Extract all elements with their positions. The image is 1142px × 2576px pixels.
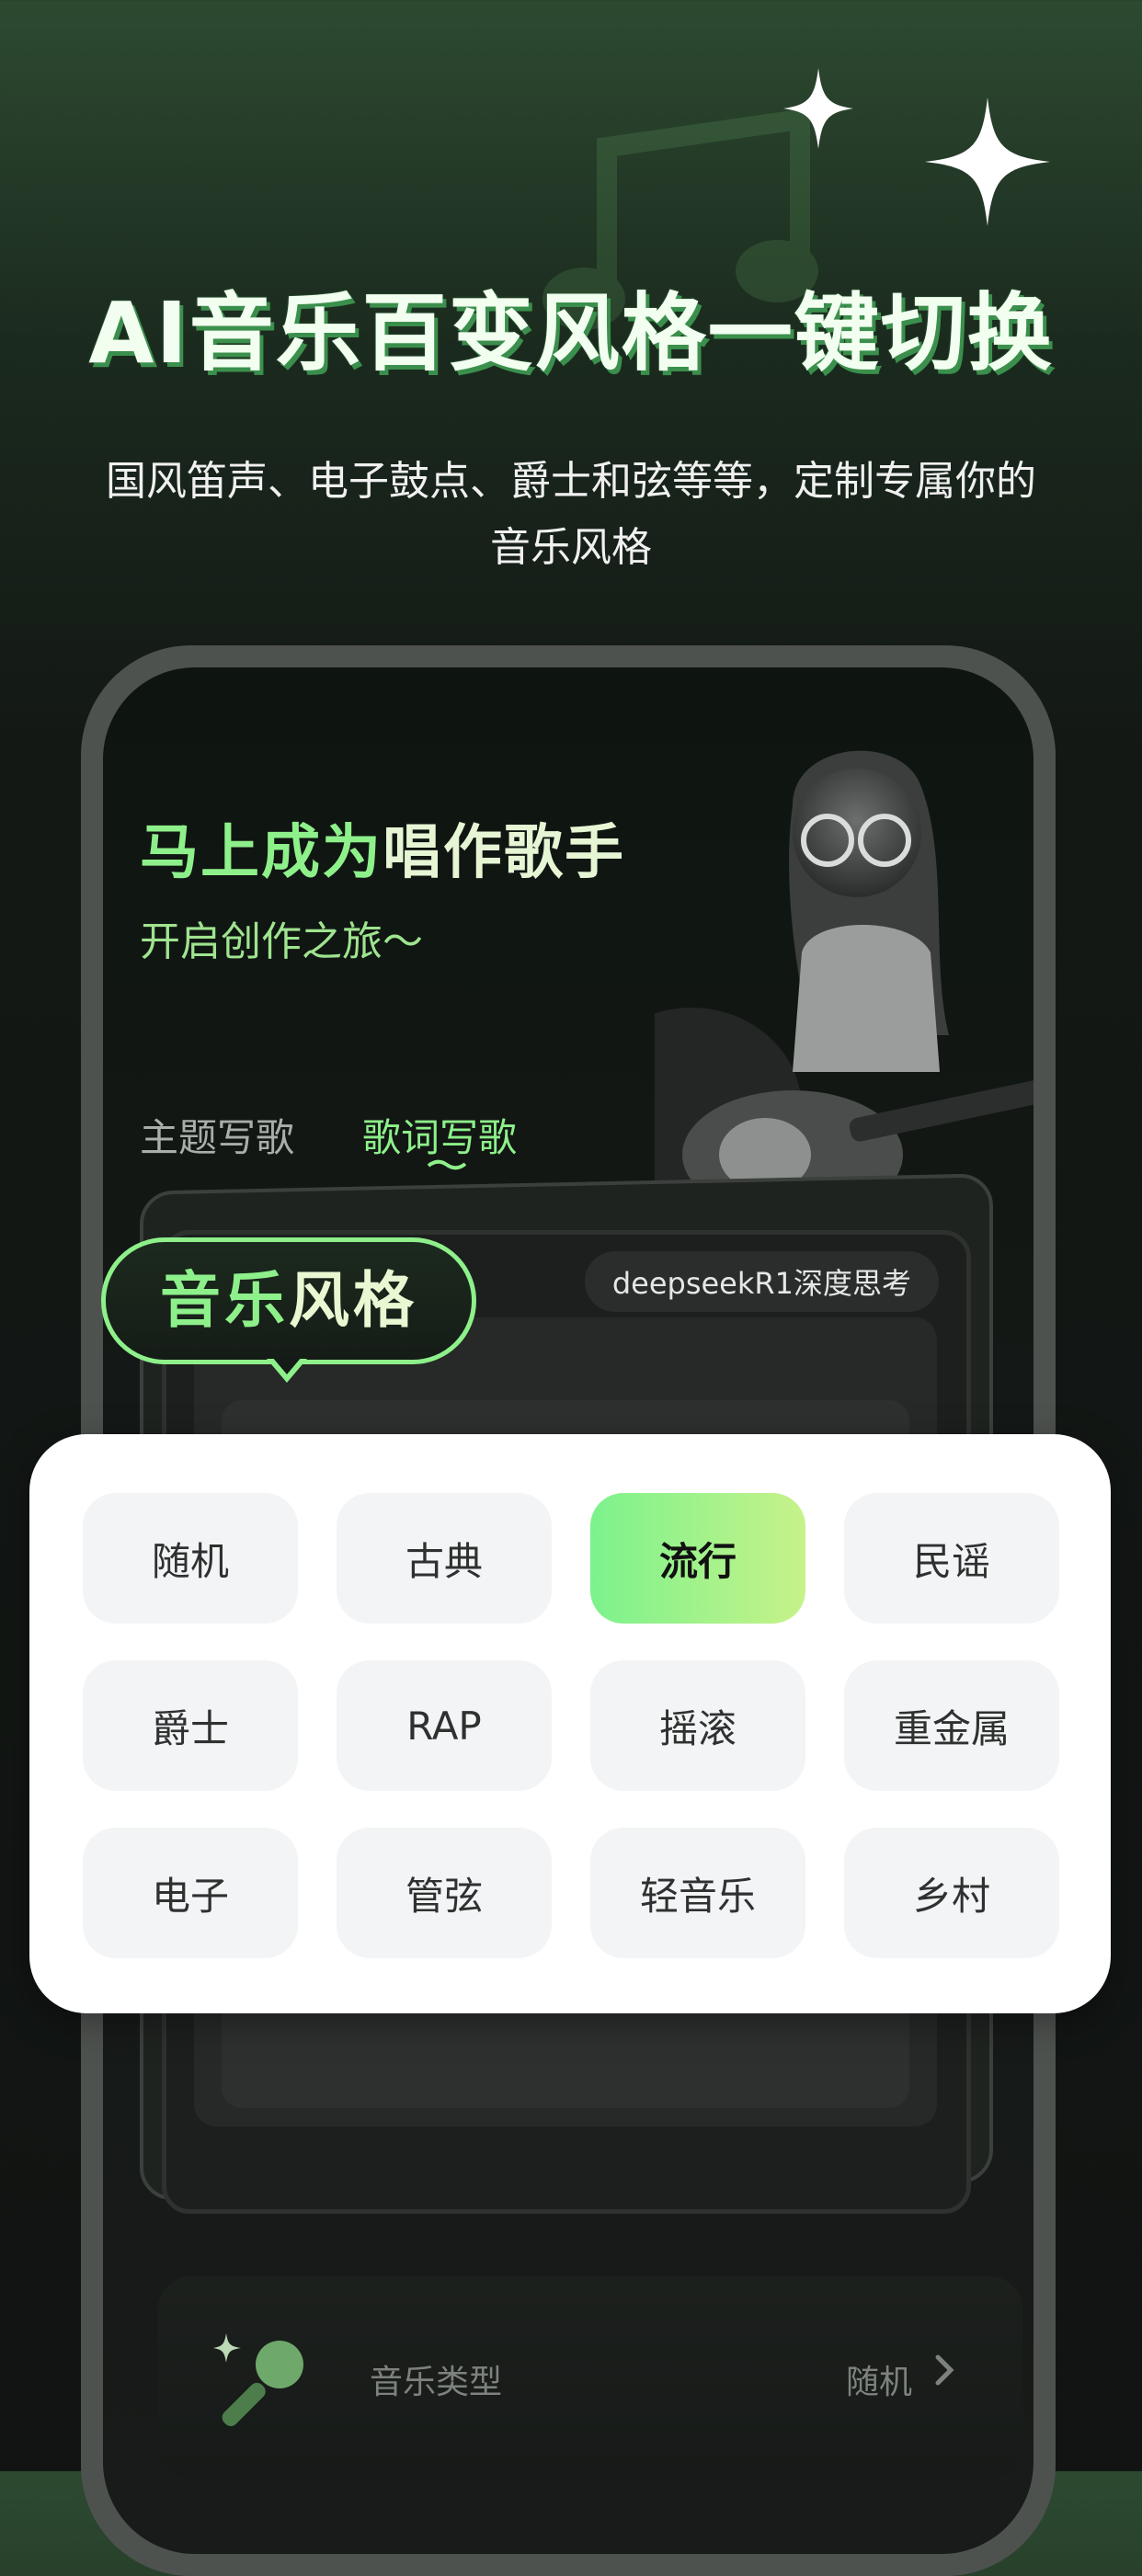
- style-option[interactable]: 民谣: [844, 1493, 1059, 1624]
- sparkle-large-icon: [925, 97, 1050, 226]
- page-subtitle: 国风笛声、电子鼓点、爵士和弦等等，定制专属你的 音乐风格: [37, 449, 1105, 581]
- tab-bar: 主题写歌 歌词写歌: [140, 1107, 585, 1170]
- style-option[interactable]: 随机: [83, 1493, 298, 1624]
- sparkle-small-icon: [783, 68, 853, 149]
- style-option[interactable]: 轻音乐: [590, 1828, 805, 1958]
- model-pill[interactable]: deepseekR1深度思考: [584, 1251, 939, 1312]
- tab-theme[interactable]: 主题写歌: [140, 1107, 294, 1163]
- style-option[interactable]: 流行: [590, 1493, 805, 1624]
- chevron-right-icon: [935, 2354, 954, 2386]
- style-panel: 随机 古典 流行 民谣 爵士 RAP 摇滚 重金属 电子 管弦 轻音乐 乡村: [29, 1434, 1111, 2013]
- page-headline: AI音乐百变风格一键切换: [88, 284, 1054, 382]
- badge-tail-inner: [272, 1357, 302, 1374]
- style-grid: 随机 古典 流行 民谣 爵士 RAP 摇滚 重金属 电子 管弦 轻音乐 乡村: [83, 1493, 1059, 1958]
- hero-title-green: 马上成为: [140, 819, 383, 887]
- subtitle-line-2: 音乐风格: [490, 524, 652, 571]
- subtitle-line-1: 国风笛声、电子鼓点、爵士和弦等等，定制专属你的: [106, 458, 1036, 505]
- style-option[interactable]: 摇滚: [590, 1660, 805, 1791]
- style-option[interactable]: 乡村: [844, 1828, 1059, 1958]
- music-type-label: 音乐类型: [370, 2364, 503, 2401]
- music-type-row[interactable]: 音乐类型 随机: [158, 2276, 1022, 2479]
- style-option[interactable]: 古典: [337, 1493, 552, 1624]
- style-option[interactable]: 爵士: [83, 1660, 298, 1791]
- style-option[interactable]: 管弦: [337, 1828, 552, 1958]
- microphone-icon: [213, 2333, 303, 2426]
- style-option[interactable]: RAP: [337, 1660, 552, 1791]
- tab-lyrics[interactable]: 歌词写歌: [362, 1107, 518, 1170]
- active-tab-indicator: [427, 1159, 467, 1170]
- badge-light: 风格: [289, 1265, 417, 1336]
- badge-green: 音乐: [160, 1265, 289, 1336]
- tab-lyrics-label: 歌词写歌: [362, 1115, 518, 1160]
- singer-illustration: [655, 750, 1034, 1219]
- hero-title: 马上成为唱作歌手: [140, 805, 625, 890]
- music-type-value: 随机: [845, 2364, 912, 2401]
- hero-title-light: 唱作歌手: [383, 819, 625, 887]
- style-option[interactable]: 电子: [83, 1828, 298, 1958]
- music-style-badge: 音乐风格: [101, 1237, 476, 1364]
- style-option[interactable]: 重金属: [844, 1660, 1059, 1791]
- hero-subtitle: 开启创作之旅～: [140, 918, 423, 965]
